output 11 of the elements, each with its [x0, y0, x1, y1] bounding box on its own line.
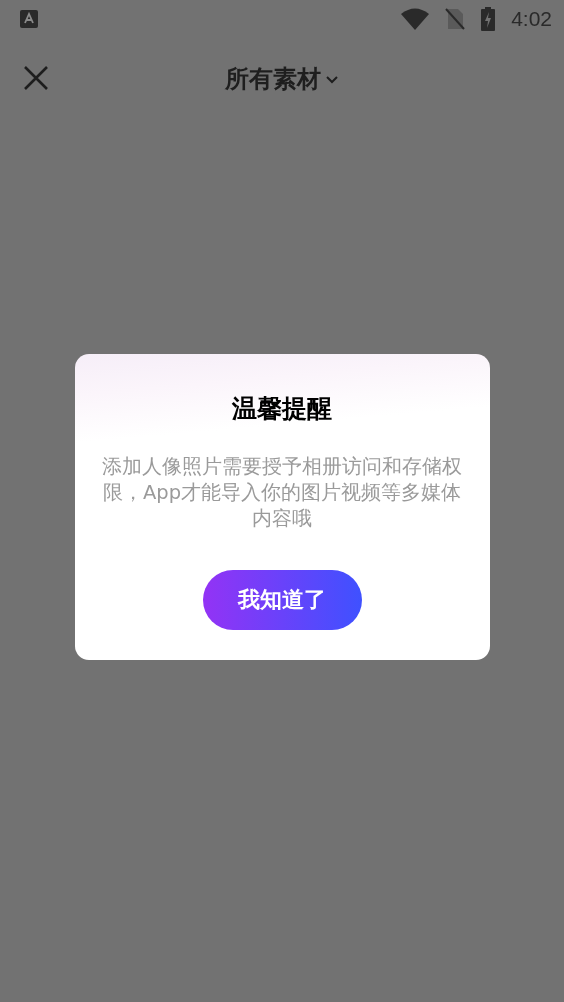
chevron-down-icon[interactable]	[325, 74, 339, 84]
album-title[interactable]: 所有素材	[225, 61, 321, 97]
close-button[interactable]	[22, 64, 50, 92]
keyboard-icon	[20, 10, 38, 28]
confirm-button[interactable]: 我知道了	[202, 569, 362, 630]
dialog-title: 温馨提醒	[232, 393, 332, 425]
status-time: 4:02	[511, 6, 552, 33]
no-sim-icon	[445, 8, 466, 30]
battery-icon	[481, 7, 496, 31]
dialog-message: 添加人像照片需要授予相册访问和存储权限，App才能导入你的图片视频等多媒体内容哦	[102, 453, 462, 532]
wifi-icon	[401, 8, 430, 30]
